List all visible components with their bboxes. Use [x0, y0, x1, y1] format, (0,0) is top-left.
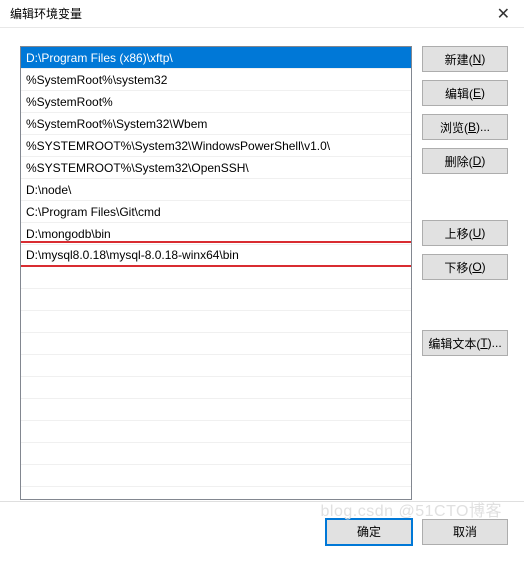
move-up-button[interactable]: 上移(U)	[422, 220, 508, 246]
new-button[interactable]: 新建(N)	[422, 46, 508, 72]
browse-button[interactable]: 浏览(B)...	[422, 114, 508, 140]
edit-text-button[interactable]: 编辑文本(T)...	[422, 330, 508, 356]
button-sidebar: 新建(N) 编辑(E) 浏览(B)... 删除(D) 上移(U) 下移(O) 编…	[422, 46, 508, 500]
list-item[interactable]	[21, 421, 411, 443]
window-title: 编辑环境变量	[10, 5, 82, 22]
list-item[interactable]	[21, 267, 411, 289]
close-icon[interactable]: ✕	[491, 4, 516, 24]
list-item[interactable]	[21, 399, 411, 421]
list-item[interactable]	[21, 311, 411, 333]
list-item[interactable]: %SYSTEMROOT%\System32\WindowsPowerShell\…	[21, 135, 411, 157]
list-item[interactable]	[21, 465, 411, 487]
delete-button[interactable]: 删除(D)	[422, 148, 508, 174]
path-listbox[interactable]: D:\Program Files (x86)\xftp\%SystemRoot%…	[20, 46, 412, 500]
list-item[interactable]: %SystemRoot%\System32\Wbem	[21, 113, 411, 135]
edit-button[interactable]: 编辑(E)	[422, 80, 508, 106]
list-item[interactable]	[21, 289, 411, 311]
title-bar: 编辑环境变量 ✕	[0, 0, 524, 28]
ok-button[interactable]: 确定	[326, 519, 412, 545]
list-item[interactable]	[21, 377, 411, 399]
list-item[interactable]: D:\node\	[21, 179, 411, 201]
client-area: D:\Program Files (x86)\xftp\%SystemRoot%…	[0, 28, 524, 500]
list-item[interactable]: D:\Program Files (x86)\xftp\	[21, 47, 411, 69]
list-item[interactable]: %SYSTEMROOT%\System32\OpenSSH\	[21, 157, 411, 179]
list-item[interactable]	[21, 443, 411, 465]
list-item[interactable]: C:\Program Files\Git\cmd	[21, 201, 411, 223]
cancel-button[interactable]: 取消	[422, 519, 508, 545]
list-item[interactable]	[21, 355, 411, 377]
list-item-highlighted[interactable]: D:\mysql8.0.18\mysql-8.0.18-winx64\bin	[20, 241, 412, 267]
footer: 确定 取消	[0, 501, 524, 561]
list-item[interactable]: %SystemRoot%	[21, 91, 411, 113]
move-down-button[interactable]: 下移(O)	[422, 254, 508, 280]
list-item[interactable]: %SystemRoot%\system32	[21, 69, 411, 91]
list-item[interactable]	[21, 333, 411, 355]
